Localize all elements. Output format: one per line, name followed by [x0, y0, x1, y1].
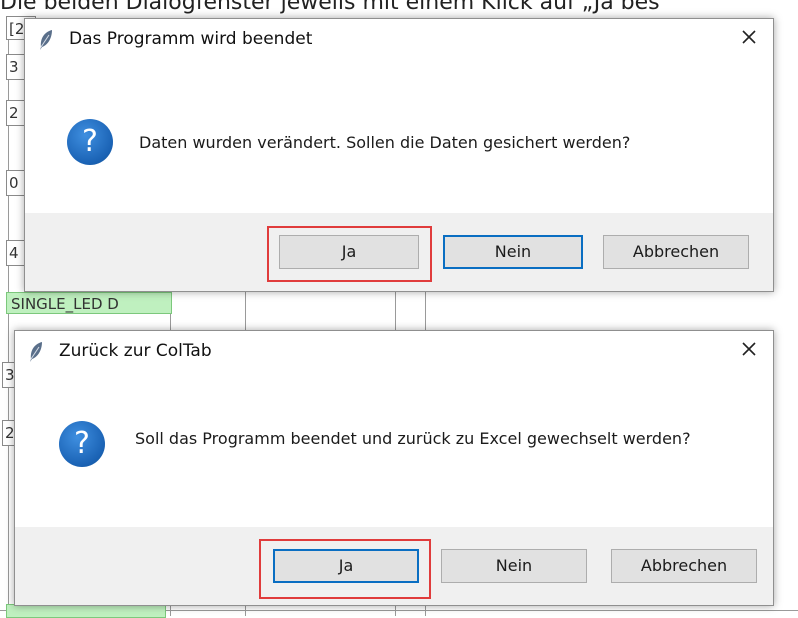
- close-button[interactable]: [725, 19, 773, 59]
- bg-green-label: SINGLE_LED D: [6, 292, 172, 314]
- title-bar: Das Programm wird beendet: [25, 19, 773, 59]
- close-icon: [741, 29, 757, 49]
- question-icon: ?: [67, 119, 113, 165]
- title-bar: Zurück zur ColTab: [15, 331, 773, 371]
- dialog-return-coltab: Zurück zur ColTab ? Soll das Programm be…: [14, 330, 774, 606]
- question-icon: ?: [59, 421, 105, 467]
- feather-icon: [37, 29, 55, 51]
- feather-icon: [27, 341, 45, 363]
- dialog-footer: Ja Nein Abbrechen: [25, 213, 773, 291]
- dialog-title: Das Programm wird beendet: [69, 29, 313, 49]
- cancel-button[interactable]: Abbrechen: [611, 549, 757, 583]
- cancel-button[interactable]: Abbrechen: [603, 235, 749, 269]
- no-button[interactable]: Nein: [441, 549, 587, 583]
- close-icon: [741, 341, 757, 361]
- dialog-save-changes: Das Programm wird beendet ? Daten wurden…: [24, 18, 774, 292]
- close-button[interactable]: [725, 331, 773, 371]
- dialog-title: Zurück zur ColTab: [59, 341, 212, 361]
- no-button[interactable]: Nein: [443, 235, 583, 269]
- dialog-footer: Ja Nein Abbrechen: [15, 527, 773, 605]
- yes-button[interactable]: Ja: [279, 235, 419, 269]
- yes-button[interactable]: Ja: [273, 549, 419, 583]
- dialog-message: Soll das Programm beendet und zurück zu …: [135, 429, 691, 448]
- dialog-message: Daten wurden verändert. Sollen die Daten…: [139, 133, 631, 152]
